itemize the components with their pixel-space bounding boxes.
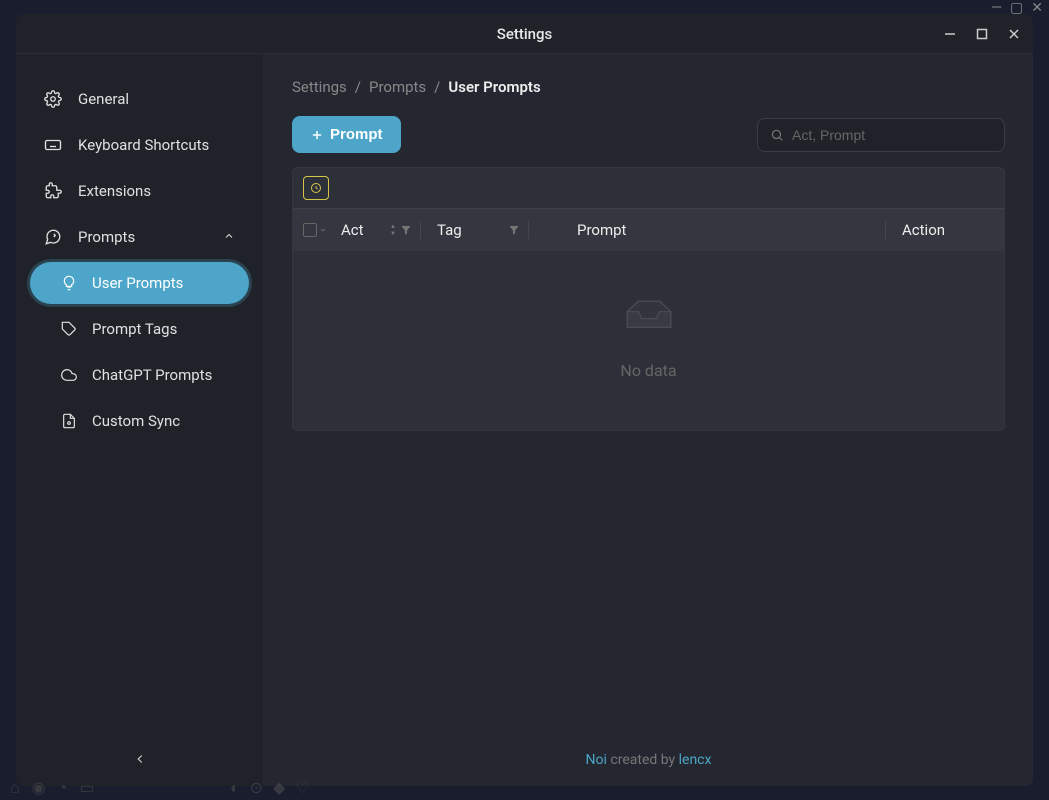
window-controls (941, 14, 1023, 54)
bg-icon: ◐ (230, 778, 240, 798)
chevron-down-icon[interactable] (319, 226, 327, 234)
search-icon (770, 128, 784, 142)
sidebar-collapse-button[interactable] (24, 742, 255, 776)
chevron-up-icon (223, 228, 235, 246)
sync-file-icon (60, 412, 78, 430)
sidebar-item-general[interactable]: General (24, 78, 255, 120)
outer-close-icon[interactable]: ✕ (1031, 0, 1043, 16)
empty-text: No data (620, 361, 676, 380)
window-title: Settings (497, 25, 553, 43)
th-tag-label: Tag (437, 221, 462, 239)
footer: Noi created by lencx (292, 744, 1005, 776)
tag-icon (60, 320, 78, 338)
cloud-icon (60, 366, 78, 384)
bg-icon: ◆ (273, 778, 285, 798)
background-icons-2: ◐ ⊙ ◆ ♡ (230, 778, 310, 798)
keyboard-icon (44, 136, 62, 154)
reload-button[interactable] (303, 176, 329, 200)
sidebar-item-extensions[interactable]: Extensions (24, 170, 255, 212)
bg-icon: ◉ (32, 778, 46, 798)
table-toolbar (293, 168, 1004, 208)
bg-icon: ▭ (79, 778, 94, 798)
sidebar-item-keyboard-shortcuts[interactable]: Keyboard Shortcuts (24, 124, 255, 166)
chat-icon (44, 228, 62, 246)
breadcrumb-root[interactable]: Settings (292, 78, 347, 96)
toolbar: Prompt (292, 116, 1005, 153)
footer-author-link[interactable]: lencx (679, 752, 712, 768)
gear-icon (44, 90, 62, 108)
reload-icon (310, 182, 322, 194)
sidebar-item-label: General (78, 90, 129, 108)
table-header: Act ▲▼ Tag Prompt Action (293, 208, 1004, 251)
add-prompt-button[interactable]: Prompt (292, 116, 401, 153)
outer-maximize-icon[interactable]: ▢ (1010, 0, 1023, 16)
search-input[interactable] (792, 127, 992, 143)
maximize-button[interactable] (973, 25, 991, 43)
breadcrumb: Settings / Prompts / User Prompts (292, 78, 1005, 96)
sidebar-subitem-label: ChatGPT Prompts (92, 366, 212, 384)
settings-window: Settings General (16, 14, 1033, 786)
th-action: Action (894, 221, 994, 239)
sidebar-subitem-label: Custom Sync (92, 412, 180, 430)
breadcrumb-current: User Prompts (448, 78, 540, 96)
add-button-label: Prompt (330, 126, 383, 143)
sidebar: General Keyboard Shortcuts Extensions (16, 54, 264, 786)
plus-icon (310, 128, 324, 142)
th-tag[interactable]: Tag (429, 221, 529, 239)
search-box[interactable] (757, 118, 1005, 152)
close-button[interactable] (1005, 25, 1023, 43)
footer-text: created by (607, 752, 679, 768)
th-action-label: Action (902, 221, 945, 239)
filter-icon[interactable] (400, 224, 412, 236)
empty-box-icon (614, 291, 684, 345)
puzzle-icon (44, 182, 62, 200)
main-container: General Keyboard Shortcuts Extensions (16, 54, 1033, 786)
sidebar-subitem-chatgpt-prompts[interactable]: ChatGPT Prompts (30, 354, 249, 396)
titlebar: Settings (16, 14, 1033, 54)
table-container: Act ▲▼ Tag Prompt Action (292, 167, 1005, 431)
bg-icon: ⌂ (10, 778, 20, 798)
content-area: Settings / Prompts / User Prompts Prompt (264, 54, 1033, 786)
sidebar-item-prompts[interactable]: Prompts (24, 216, 255, 258)
outer-window-controls: — ▢ ✕ (991, 0, 1043, 16)
breadcrumb-separator: / (434, 78, 440, 96)
sidebar-item-label: Prompts (78, 228, 135, 246)
lightbulb-icon (60, 274, 78, 292)
bg-icon: ⊙ (250, 778, 263, 798)
breadcrumb-separator: / (355, 78, 361, 96)
sidebar-subitem-label: User Prompts (92, 274, 183, 292)
th-act[interactable]: Act ▲▼ (341, 221, 421, 239)
minimize-button[interactable] (941, 25, 959, 43)
sidebar-item-label: Extensions (78, 182, 151, 200)
sidebar-item-label: Keyboard Shortcuts (78, 136, 209, 154)
table-empty: No data (293, 251, 1004, 430)
outer-minimize-icon[interactable]: — (991, 0, 1002, 16)
th-prompt: Prompt (537, 221, 886, 239)
bg-icon: ♡ (295, 778, 309, 798)
breadcrumb-parent[interactable]: Prompts (369, 78, 426, 96)
th-select (303, 223, 333, 237)
sort-icon[interactable]: ▲▼ (390, 224, 396, 237)
footer-app-link[interactable]: Noi (586, 752, 607, 768)
chevron-left-icon (133, 752, 147, 766)
bg-icon: ◔ (58, 778, 68, 798)
background-icons: ⌂ ◉ ◔ ▭ (10, 778, 94, 798)
sidebar-subitem-prompt-tags[interactable]: Prompt Tags (30, 308, 249, 350)
th-act-label: Act (341, 221, 364, 239)
filter-icon[interactable] (508, 224, 520, 236)
th-prompt-label: Prompt (577, 221, 626, 239)
sidebar-subitem-label: Prompt Tags (92, 320, 177, 338)
select-all-checkbox[interactable] (303, 223, 317, 237)
sidebar-subitem-custom-sync[interactable]: Custom Sync (30, 400, 249, 442)
sidebar-subitem-user-prompts[interactable]: User Prompts (30, 262, 249, 304)
